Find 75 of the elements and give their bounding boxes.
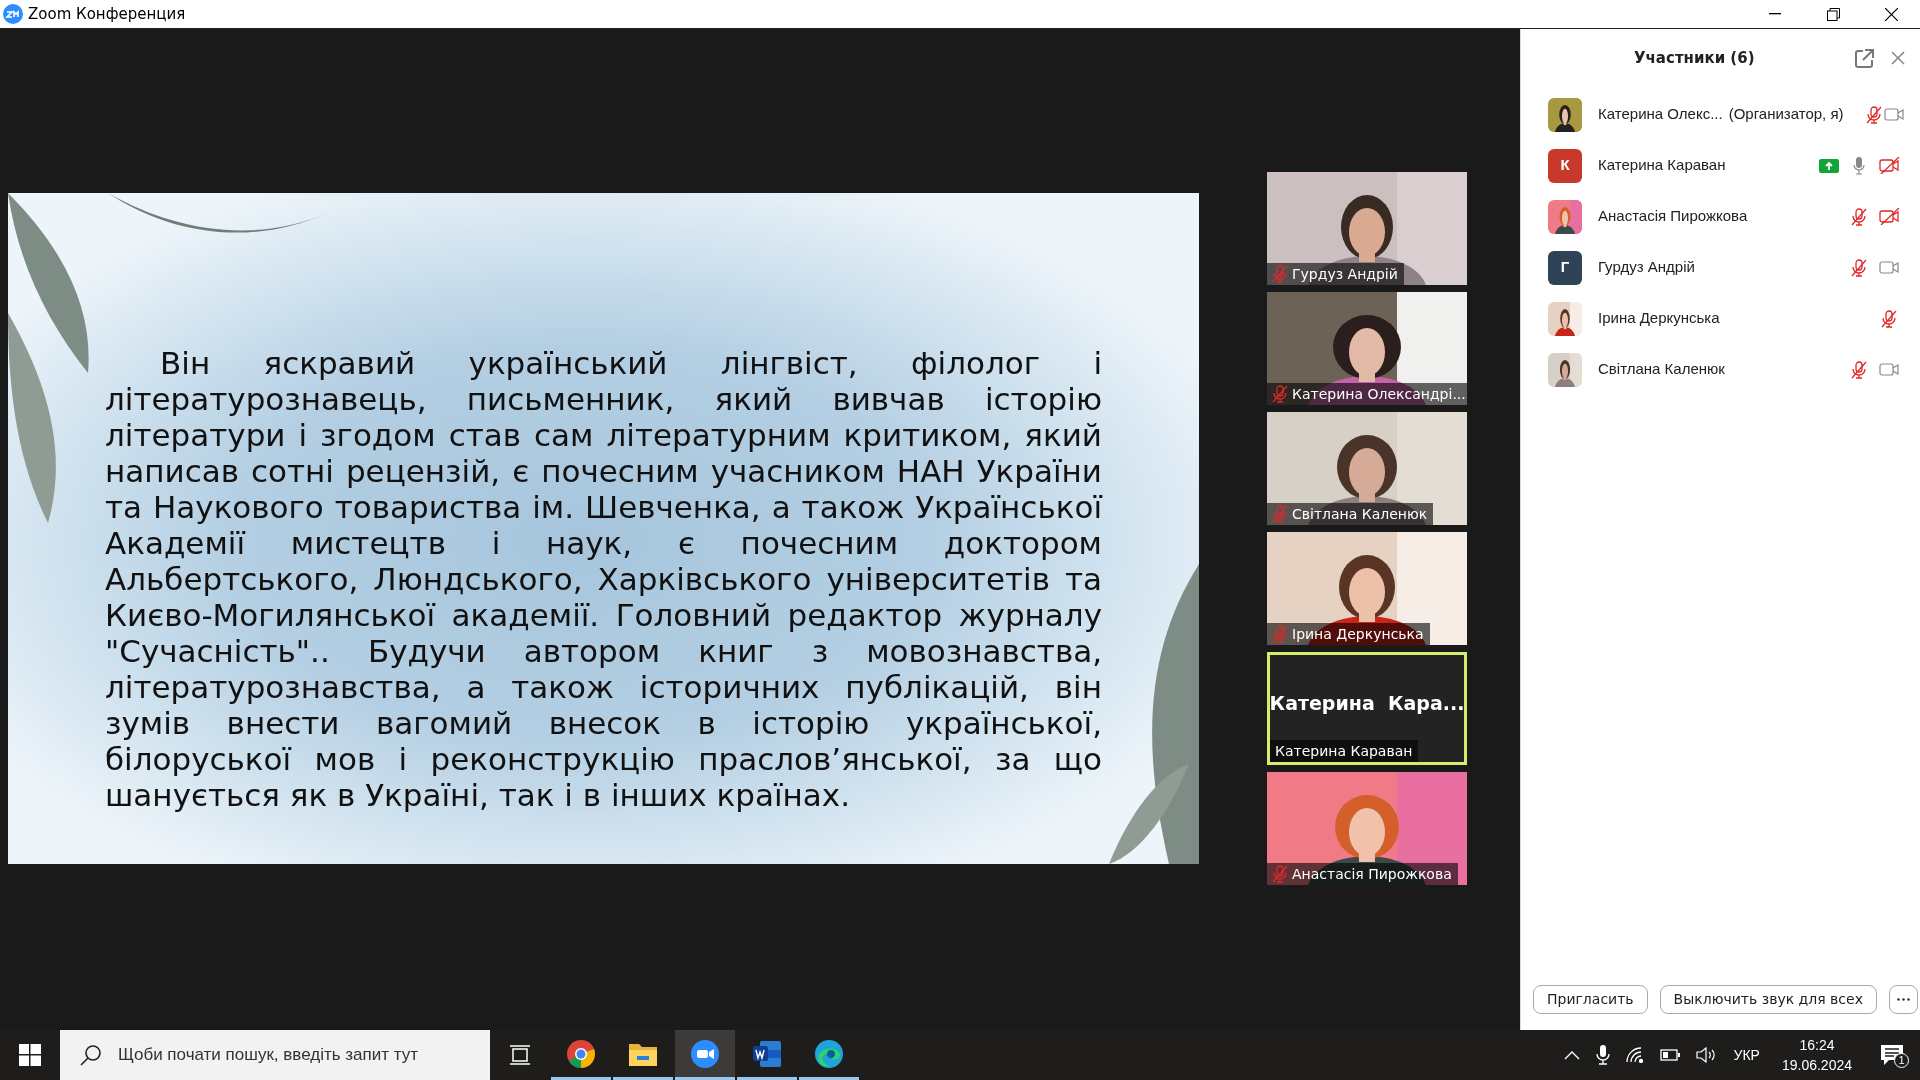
participant-row[interactable]: Ірина Деркунська [1521, 293, 1920, 344]
participant-name: Катерина Олекс... [1598, 104, 1723, 125]
word-icon [752, 1039, 782, 1068]
clock-date: 19.06.2024 [1781, 1056, 1852, 1075]
edge-icon [814, 1038, 844, 1069]
muted-microphone-icon [1272, 265, 1288, 283]
participant-row[interactable]: К Катерина Караван [1521, 140, 1920, 191]
muted-microphone-icon [1851, 207, 1867, 226]
panel-title: Участники (6) [1634, 48, 1755, 69]
muted-microphone-icon [1272, 625, 1288, 643]
participant-name: Ірина Деркунська [1292, 624, 1424, 644]
mute-all-button[interactable]: Выключить звук для всех [1659, 985, 1877, 1014]
slide-paragraph: Він яскравий український лінгвіст, філолог і літературознавець, письменник, який вивчав історію літератури і згодом став сам літературним критиком, який написав сотні рецензій, є почесним учасником НАН України та Наукового товариства ім. Шевченка, а також Української Академії мистецтв і наук, є почесним доктором Альбертського, Люндського, Харківського університетів та Києво-Могилянської академії. Головний редактор журналу "Сучасність".. Будучи автором книг з мовознавства, літературознавства, а також історичних публікацій, він зумів внести вагомий внесок в історію української, білоруської мов і реконструкцію праслов’янської, за що шанується як в Україні, так і в інших країнах. [105, 345, 1102, 813]
camera-icon [1883, 108, 1904, 121]
video-tile[interactable]: Катерина Кара... Катерина Караван [1267, 652, 1467, 765]
screen-share-icon [1819, 158, 1839, 173]
clock[interactable]: 16:24 19.06.2024 [1769, 1035, 1864, 1075]
participant-name: Анастасія Пирожкова [1598, 206, 1748, 227]
video-tile[interactable]: Гурдуз Андрій [1267, 172, 1467, 285]
participant-row[interactable]: Катерина Олекс... (Организатор, я) [1521, 89, 1920, 140]
camera-off-icon [1878, 208, 1900, 225]
camera-off-icon [1878, 157, 1900, 174]
battery-icon[interactable] [1659, 1049, 1680, 1061]
wifi-icon[interactable] [1625, 1047, 1644, 1063]
participant-display-name: Катерина Кара... [1270, 691, 1464, 717]
chevron-up-icon[interactable] [1563, 1050, 1580, 1060]
participant-name: Ірина Деркунська [1598, 308, 1720, 329]
participant-name: Гурдуз Андрій [1292, 264, 1398, 284]
participant-name: Анастасія Пирожкова [1292, 864, 1452, 884]
windows-start-icon[interactable] [19, 1044, 41, 1066]
muted-microphone-icon [1865, 105, 1882, 124]
notification-count-badge: 1 [1894, 1053, 1909, 1068]
camera-icon [1879, 261, 1899, 274]
initial-avatar: К [1548, 148, 1582, 183]
participant-row[interactable]: Г Гурдуз Андрій [1521, 242, 1920, 293]
video-tile[interactable]: Світлана Каленюк [1267, 412, 1467, 525]
camera-icon [1879, 363, 1899, 376]
window-title: Zoom Конференция [28, 3, 186, 25]
participant-row[interactable]: Анастасія Пирожкова [1521, 191, 1920, 242]
muted-microphone-icon [1272, 385, 1288, 403]
volume-icon[interactable] [1695, 1047, 1716, 1063]
muted-microphone-icon [1272, 505, 1288, 523]
participant-name: Світлана Каленюк [1292, 504, 1428, 524]
microphone-icon [1853, 156, 1865, 175]
clock-time: 16:24 [1799, 1036, 1835, 1055]
muted-microphone-icon [1881, 309, 1897, 328]
participant-name: Катерина Караван [1275, 741, 1413, 761]
muted-microphone-icon [1851, 258, 1867, 277]
invite-button[interactable]: Пригласить [1533, 985, 1648, 1014]
participant-name: Катерина Олександрі... [1292, 384, 1466, 404]
chrome-icon [566, 1038, 596, 1069]
participant-role: (Организатор, я) [1728, 104, 1844, 125]
participant-name: Світлана Каленюк [1598, 359, 1725, 380]
muted-microphone-icon [1272, 865, 1288, 883]
minimize-icon[interactable] [1769, 13, 1781, 15]
video-tile[interactable]: Анастасія Пирожкова [1267, 772, 1467, 885]
participant-name: Гурдуз Андрій [1598, 257, 1695, 278]
language-indicator[interactable]: УКР [1733, 1044, 1760, 1066]
zoom-logo-icon [3, 4, 23, 24]
muted-microphone-icon [1851, 360, 1867, 379]
participant-name: Катерина Караван [1598, 155, 1726, 176]
search-field[interactable]: Щоби почати пошук, введіть запит тут [60, 1030, 490, 1080]
task-view-icon[interactable] [509, 1044, 531, 1066]
restore-icon[interactable] [1826, 7, 1840, 21]
search-icon [80, 1044, 102, 1066]
microphone-icon[interactable] [1595, 1045, 1610, 1065]
pop-out-icon[interactable] [1855, 49, 1874, 68]
video-tile[interactable]: Ірина Деркунська [1267, 532, 1467, 645]
zoom-app-icon [690, 1038, 720, 1069]
participant-row[interactable]: Світлана Каленюк [1521, 344, 1920, 395]
initial-avatar: Г [1548, 250, 1582, 285]
more-icon [1896, 998, 1910, 1001]
video-tile[interactable]: Катерина Олександрі... [1267, 292, 1467, 405]
close-icon[interactable] [1884, 7, 1898, 21]
taskbar-app-button[interactable] [675, 1030, 735, 1080]
